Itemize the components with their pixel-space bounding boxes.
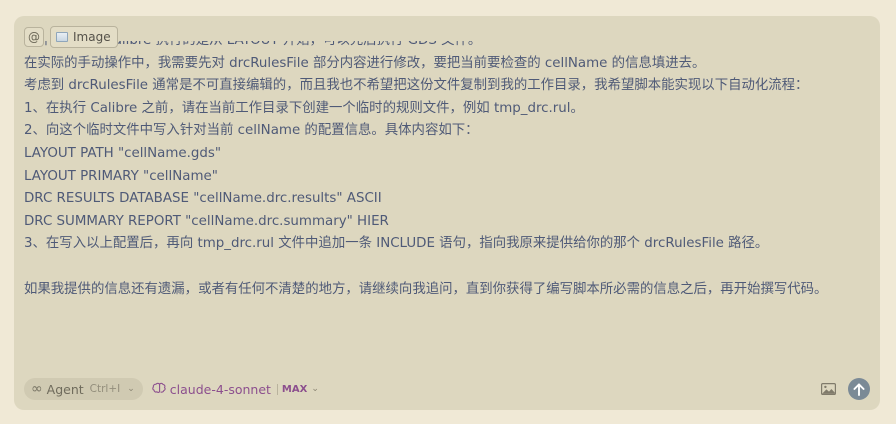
model-name-label: claude-4-sonnet [169, 381, 271, 397]
mention-button[interactable]: @ [24, 27, 44, 47]
model-selector[interactable]: claude-4-sonnet MAX ⌄ [152, 382, 319, 397]
prompt-line: DRC RESULTS DATABASE "cellName.drc.resul… [24, 191, 382, 207]
chevron-down-icon: ⌄ [127, 384, 135, 394]
arrow-up-icon [853, 382, 865, 396]
agent-shortcut-hint: Ctrl+I [89, 383, 121, 395]
composer-top-bar: @ Image [24, 26, 118, 48]
prompt-line: 在实际的手动操作中，我需要先对 drcRulesFile 部分内容进行修改，要把… [24, 55, 706, 71]
prompt-line: 3、在写入以上配置后，再向 tmp_drc.rul 文件中追加一条 INCLUD… [24, 236, 769, 252]
image-attachment-label: Image [73, 30, 111, 44]
prompt-line: DRC SUMMARY REPORT "cellName.drc.summary… [24, 213, 389, 229]
image-upload-button[interactable] [820, 382, 836, 396]
prompt-line: LAYOUT PRIMARY "cellName" [24, 168, 218, 184]
infinity-icon: ∞ [31, 381, 43, 397]
chevron-down-icon: ⌄ [311, 384, 319, 394]
chat-composer[interactable]: @ Image 文件。因此，Calibre 执行的是从 LAYOUT 开始，可以… [14, 16, 880, 410]
image-icon [820, 383, 836, 395]
prompt-line: 如果我提供的信息还有遗漏，或者有任何不清楚的地方，请继续向我追问，直到你获得了编… [24, 281, 828, 297]
prompt-line: 考虑到 drcRulesFile 通常是不可直接编辑的，而且我也不希望把这份文件… [24, 78, 809, 94]
prompt-input[interactable]: 文件。因此，Calibre 执行的是从 LAYOUT 开始，可以先后执行 GDS… [24, 41, 870, 361]
agent-mode-selector[interactable]: ∞ Agent Ctrl+I ⌄ [24, 378, 143, 400]
prompt-line: 文件。因此，Calibre 执行的是从 LAYOUT 开始，可以先后执行 GDS… [24, 41, 870, 53]
brain-icon [152, 382, 166, 397]
agent-mode-label: Agent [46, 381, 84, 397]
composer-bottom-bar: ∞ Agent Ctrl+I ⌄ claude-4-sonnet MAX ⌄ [24, 378, 870, 400]
prompt-line: 1、在执行 Calibre 之前，请在当前工作目录下创建一个临时的规则文件，例如… [24, 100, 584, 116]
prompt-line: 2、向这个临时文件中写入针对当前 cellName 的配置信息。具体内容如下： [24, 123, 479, 139]
image-icon [56, 32, 68, 42]
prompt-line: LAYOUT PATH "cellName.gds" [24, 145, 222, 161]
image-attachment-chip[interactable]: Image [50, 26, 118, 48]
max-mode-badge: MAX [276, 383, 307, 395]
at-sign-icon: @ [28, 30, 40, 44]
send-button[interactable] [848, 378, 870, 400]
